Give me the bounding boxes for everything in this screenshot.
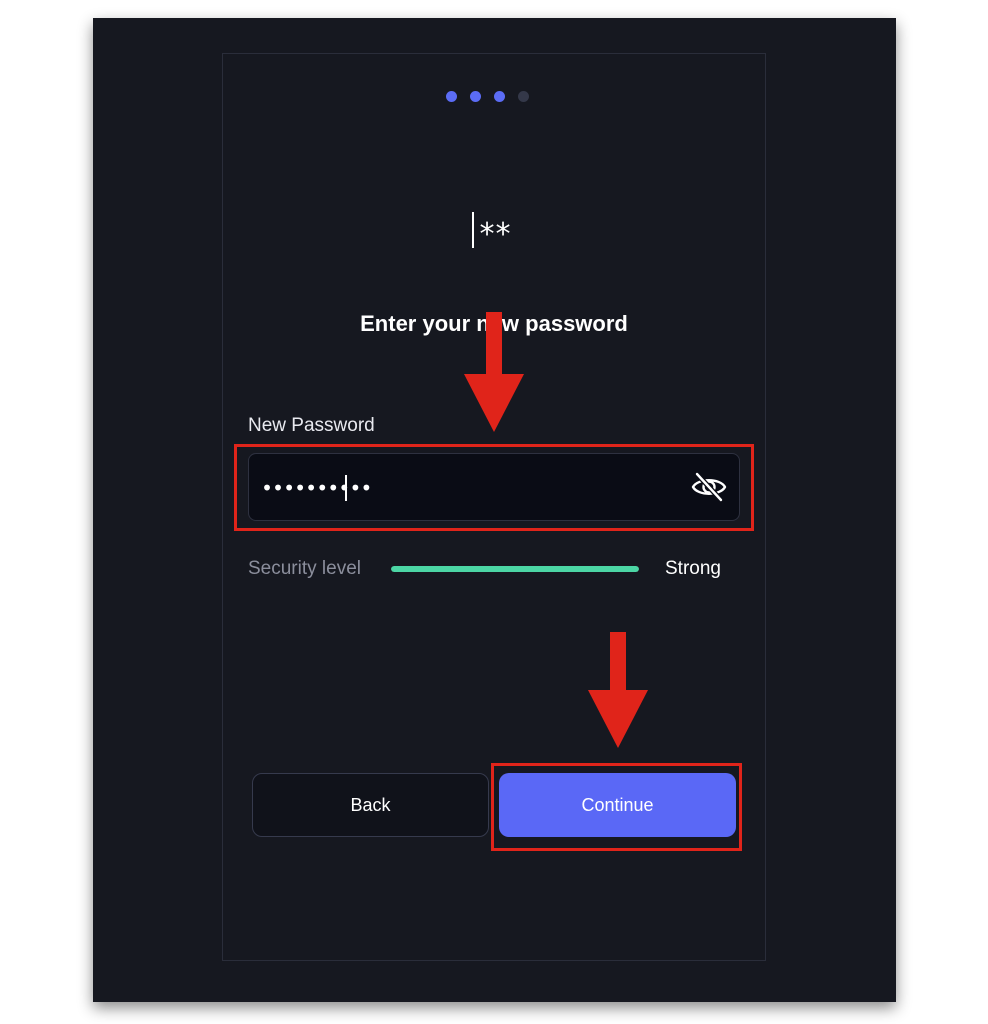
step-dot-2 [470,91,481,102]
new-password-label: New Password [248,415,375,436]
security-level-label: Security level [248,558,361,579]
security-level-value: Strong [665,558,721,579]
eye-off-icon[interactable] [690,470,728,504]
security-level-bar [391,566,639,572]
new-password-field-container [248,453,740,521]
step-dot-3 [494,91,505,102]
security-level-fill [391,566,639,572]
continue-button[interactable]: Continue [499,773,736,837]
back-button[interactable]: Back [252,773,489,837]
page-title: Enter your new password [360,311,628,336]
text-caret [345,475,347,501]
new-password-input[interactable] [261,468,681,508]
step-indicator [446,91,529,102]
asterisks-text: ** [478,217,512,252]
step-dot-1 [446,91,457,102]
step-dot-4 [518,91,529,102]
password-asterisk-icon: ** [470,212,530,252]
cursor-bar [472,212,474,248]
